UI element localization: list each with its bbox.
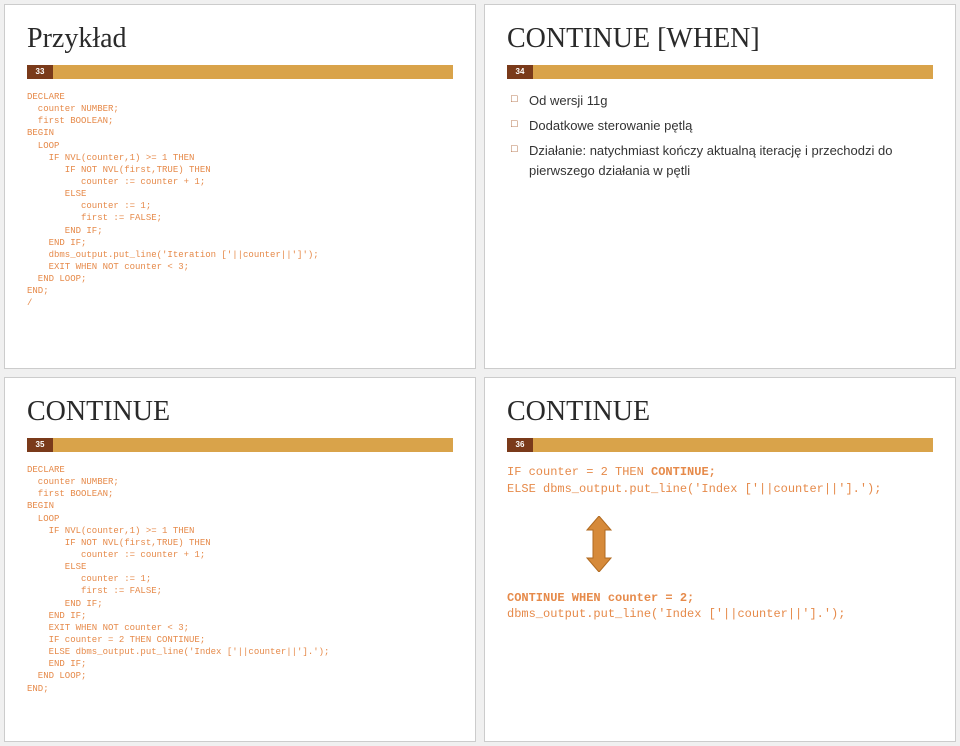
slide-36: CONTINUE 36 IF counter = 2 THEN CONTINUE…	[484, 377, 956, 742]
slide-title: CONTINUE [WHEN]	[507, 23, 933, 55]
gold-bar	[533, 65, 933, 79]
bullet-item: Działanie: natychmiast kończy aktualną i…	[511, 141, 933, 183]
slide-number: 34	[507, 65, 533, 79]
slide-title: Przykład	[27, 23, 453, 55]
slide-34: CONTINUE [WHEN] 34 Od wersji 11g Dodatko…	[484, 4, 956, 369]
slide-number: 36	[507, 438, 533, 452]
slide-number: 33	[27, 65, 53, 79]
gold-bar	[533, 438, 933, 452]
code-top: IF counter = 2 THEN CONTINUE; ELSE dbms_…	[507, 464, 933, 498]
header-bar: 34	[507, 65, 933, 79]
bullet-item: Od wersji 11g	[511, 91, 933, 112]
code-block: DECLARE counter NUMBER; first BOOLEAN; B…	[27, 91, 453, 310]
code-bold: CONTINUE WHEN counter = 2;	[507, 591, 694, 605]
code-text: ELSE dbms_output.put_line('Index ['||cou…	[507, 482, 881, 496]
code-text: IF counter = 2 THEN	[507, 465, 651, 479]
double-arrow-icon	[577, 516, 933, 572]
slide-33: Przykład 33 DECLARE counter NUMBER; firs…	[4, 4, 476, 369]
header-bar: 36	[507, 438, 933, 452]
header-bar: 35	[27, 438, 453, 452]
slide-35: CONTINUE 35 DECLARE counter NUMBER; firs…	[4, 377, 476, 742]
code-bold: CONTINUE;	[651, 465, 716, 479]
header-bar: 33	[27, 65, 453, 79]
slide-title: CONTINUE	[27, 396, 453, 428]
bullet-item: Dodatkowe sterowanie pętlą	[511, 116, 933, 137]
gold-bar	[53, 65, 453, 79]
slide-title: CONTINUE	[507, 396, 933, 428]
code-bottom: CONTINUE WHEN counter = 2; dbms_output.p…	[507, 590, 933, 624]
code-text: dbms_output.put_line('Index ['||counter|…	[507, 607, 845, 621]
gold-bar	[53, 438, 453, 452]
code-block: DECLARE counter NUMBER; first BOOLEAN; B…	[27, 464, 453, 695]
slide-number: 35	[27, 438, 53, 452]
bullet-list: Od wersji 11g Dodatkowe sterowanie pętlą…	[511, 91, 933, 182]
